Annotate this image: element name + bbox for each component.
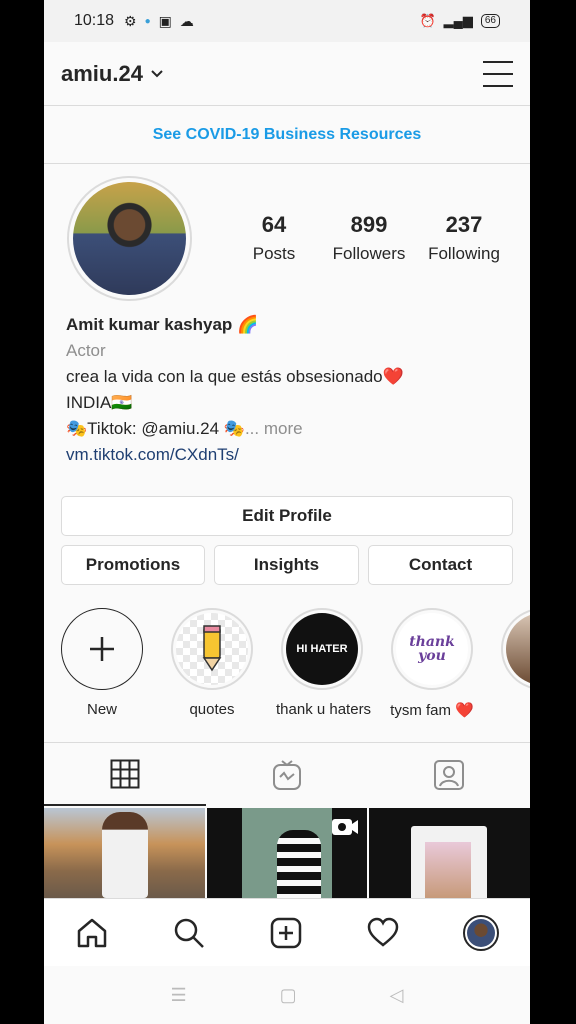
bottom-navigation: [44, 898, 530, 966]
signal-icon: ▂▄▆: [443, 13, 473, 28]
post-thumbnail[interactable]: [369, 808, 530, 898]
following-stat[interactable]: 237 Following: [419, 212, 509, 264]
back-icon[interactable]: ◁: [390, 985, 404, 1006]
highlight-label: thank u haters: [276, 701, 372, 718]
story-highlights: New quotes HI HATER thank u haters thank…: [44, 608, 530, 728]
highlight-partial-image: [506, 613, 530, 685]
followers-stat[interactable]: 899 Followers: [324, 212, 414, 264]
profile-tabs: [44, 742, 530, 806]
post-thumbnail[interactable]: [44, 808, 205, 898]
hi-hater-image: HI HATER: [286, 613, 358, 685]
highlight-circle: thank you: [391, 608, 473, 690]
profile-category: Actor: [66, 341, 106, 360]
highlight-tysm-fam[interactable]: thank you tysm fam ❤️: [386, 608, 478, 719]
profile-bio: Amit kumar kashyap 🌈 Actor crea la vida …: [66, 312, 516, 468]
highlight-circle: [501, 608, 530, 690]
pencil-sticker-image: [176, 613, 248, 685]
new-highlight-circle: [61, 608, 143, 690]
posts-stat[interactable]: 64 Posts: [229, 212, 319, 264]
edit-profile-label: Edit Profile: [242, 506, 332, 525]
search-icon[interactable]: [172, 916, 206, 950]
highlight-quotes[interactable]: quotes: [166, 608, 258, 718]
gallery-status-icon: ▣: [158, 12, 172, 29]
highlight-label: tysm fam ❤️: [390, 702, 474, 719]
pencil-icon: [202, 625, 222, 672]
tab-tagged[interactable]: [368, 743, 530, 806]
home-icon[interactable]: [75, 916, 109, 950]
plus-icon: [90, 637, 114, 661]
insights-button[interactable]: Insights: [214, 545, 359, 585]
highlight-circle: [171, 608, 253, 690]
battery-level: 66: [484, 15, 496, 26]
alarm-icon: ⏰: [419, 13, 436, 28]
hamburger-menu-icon[interactable]: [483, 60, 513, 87]
phone-screen: 10:18 ⚙ ● ▣ ☁ ⏰ ▂▄▆ 66 amiu.24 See COVID…: [44, 0, 530, 1024]
add-post-icon[interactable]: [269, 916, 303, 950]
bio-website-link[interactable]: vm.tiktok.com/CXdnTs/: [66, 442, 516, 468]
chevron-down-icon[interactable]: [151, 67, 163, 81]
promotions-label: Promotions: [85, 555, 181, 574]
covid-resources-label: See COVID-19 Business Resources: [152, 126, 422, 143]
system-navigation-bar: ☰ ▢ ◁: [44, 966, 530, 1024]
video-icon: [332, 819, 359, 835]
tab-grid[interactable]: [44, 743, 206, 806]
avatar-image: [73, 182, 186, 295]
posts-label: Posts: [252, 244, 296, 263]
profile-header: amiu.24: [44, 42, 530, 106]
bio-line-3: 🎭Tiktok: @amiu.24 🎭: [66, 419, 245, 438]
thank-you-image: thank you: [396, 613, 468, 685]
following-label: Following: [428, 244, 500, 263]
highlight-new[interactable]: New: [56, 608, 148, 718]
edit-profile-button[interactable]: Edit Profile: [61, 496, 513, 536]
recents-icon[interactable]: ☰: [171, 985, 187, 1006]
posts-count: 64: [261, 212, 287, 237]
highlight-label: शु: [496, 701, 530, 721]
contact-label: Contact: [408, 555, 473, 574]
covid-resources-link[interactable]: See COVID-19 Business Resources: [44, 107, 530, 164]
igtv-icon: [273, 759, 301, 790]
status-right-group: ⏰ ▂▄▆ 66: [419, 13, 500, 29]
profile-stats: 64 Posts 899 Followers 237 Following: [229, 212, 509, 264]
bio-line-3-wrap: 🎭Tiktok: @amiu.24 🎭... more: [66, 416, 516, 442]
bio-more-link[interactable]: ... more: [245, 419, 303, 438]
grid-icon: [110, 759, 140, 788]
followers-count: 899: [350, 212, 388, 237]
settings-status-icon: ⚙: [124, 12, 137, 29]
status-bar: 10:18 ⚙ ● ▣ ☁ ⏰ ▂▄▆ 66: [44, 0, 530, 42]
highlight-label: quotes: [189, 701, 235, 718]
followers-label: Followers: [332, 244, 406, 263]
profile-nav-avatar[interactable]: [462, 914, 499, 951]
highlight-label: New: [86, 701, 117, 718]
cloud-status-icon: ☁: [179, 12, 194, 29]
username-switcher[interactable]: amiu.24: [61, 61, 143, 87]
highlight-circle: HI HATER: [281, 608, 363, 690]
posts-grid: [44, 808, 530, 898]
dot-status-icon: ●: [144, 15, 151, 27]
highlight-thank-u-haters[interactable]: HI HATER thank u haters: [276, 608, 372, 718]
insights-label: Insights: [253, 555, 320, 574]
following-count: 237: [445, 212, 483, 237]
heart-icon[interactable]: [366, 916, 400, 950]
post-thumbnail[interactable]: [206, 808, 368, 898]
highlight-partial[interactable]: शु: [496, 608, 530, 721]
status-time: 10:18: [74, 12, 115, 29]
promotions-button[interactable]: Promotions: [61, 545, 205, 585]
tab-igtv[interactable]: [206, 743, 368, 806]
home-square-icon[interactable]: ▢: [280, 985, 297, 1006]
bio-line-2: INDIA🇮🇳: [66, 393, 133, 412]
contact-button[interactable]: Contact: [368, 545, 513, 585]
profile-name: Amit kumar kashyap 🌈: [66, 315, 259, 334]
battery-icon: 66: [480, 14, 500, 28]
profile-avatar[interactable]: [67, 176, 192, 301]
tagged-icon: [434, 759, 464, 790]
bio-line-1: crea la vida con la que estás obsesionad…: [66, 367, 404, 386]
